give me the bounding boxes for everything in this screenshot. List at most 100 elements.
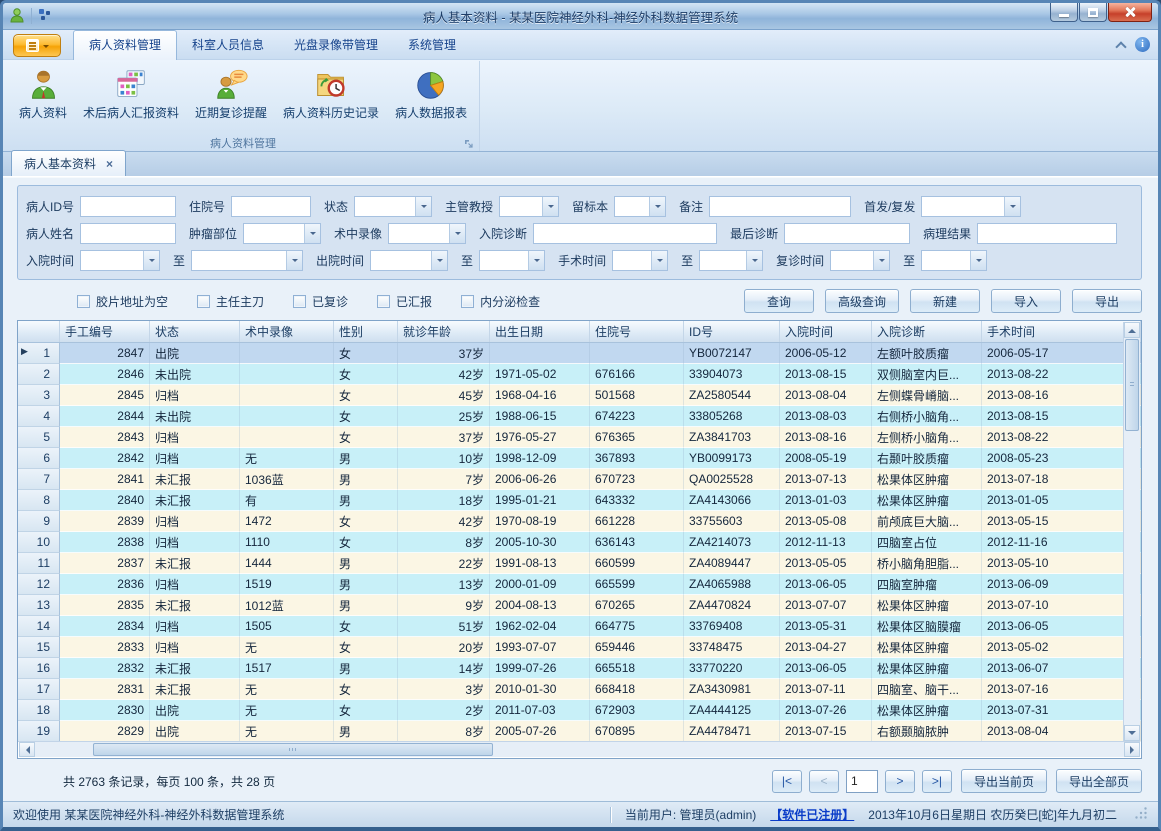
table-row[interactable]: 62842归档无男10岁1998-12-09367893YB0099173200…	[18, 448, 1141, 469]
chevron-down-icon[interactable]	[970, 251, 986, 270]
filter-combo[interactable]	[191, 250, 303, 271]
table-row[interactable]: 92839归档1472女42岁1970-08-19661228337556032…	[18, 511, 1141, 532]
column-header-入院诊断[interactable]: 入院诊断	[872, 321, 982, 342]
ribbon-tab-4[interactable]: 系统管理	[393, 31, 471, 59]
column-header-手术时间[interactable]: 手术时间	[982, 321, 1141, 342]
filter-checkbox-2[interactable]: 主任主刀	[197, 293, 264, 310]
scroll-left-icon[interactable]	[19, 742, 35, 757]
license-link[interactable]: 【软件已注册】	[770, 806, 854, 823]
vertical-scrollbar[interactable]	[1123, 322, 1140, 741]
chevron-down-icon[interactable]	[304, 224, 320, 243]
tab-patient-basic-info[interactable]: 病人基本资料 ×	[11, 150, 126, 176]
new-button[interactable]: 新建	[910, 289, 980, 313]
filter-combo[interactable]	[921, 196, 1021, 217]
ribbon-button-3[interactable]: 近期复诊提醒	[187, 65, 275, 123]
vertical-scroll-thumb[interactable]	[1125, 339, 1139, 431]
column-header-住院号[interactable]: 住院号	[590, 321, 684, 342]
resize-grip[interactable]	[1135, 807, 1148, 823]
first-page-button[interactable]: |<	[772, 770, 802, 793]
filter-combo[interactable]	[612, 250, 668, 271]
chevron-down-icon[interactable]	[415, 197, 431, 216]
filter-combo[interactable]	[699, 250, 763, 271]
filter-combo[interactable]	[243, 223, 321, 244]
export-button[interactable]: 导出	[1072, 289, 1142, 313]
filter-combo[interactable]	[499, 196, 559, 217]
filter-input[interactable]	[709, 196, 851, 217]
table-row[interactable]: 132835未汇报1012蓝男9岁2004-08-13670265ZA44708…	[18, 595, 1141, 616]
filter-combo[interactable]	[370, 250, 448, 271]
table-row[interactable]: 152833归档无女20岁1993-07-0765944633748475201…	[18, 637, 1141, 658]
column-header-selector[interactable]	[18, 321, 60, 342]
chevron-down-icon[interactable]	[143, 251, 159, 270]
ribbon-button-1[interactable]: 病人资料	[11, 65, 75, 123]
column-header-就诊年龄[interactable]: 就诊年龄	[398, 321, 490, 342]
ribbon-button-4[interactable]: 病人资料历史记录	[275, 65, 387, 123]
table-row[interactable]: 102838归档1110女8岁2005-10-30636143ZA4214073…	[18, 532, 1141, 553]
query-button[interactable]: 查询	[744, 289, 814, 313]
column-header-入院时间[interactable]: 入院时间	[780, 321, 872, 342]
filter-combo[interactable]	[354, 196, 432, 217]
application-menu-button[interactable]	[13, 34, 61, 57]
ribbon-button-5[interactable]: 病人数据报表	[387, 65, 475, 123]
ribbon-tab-1[interactable]: 病人资料管理	[73, 30, 177, 60]
scroll-right-icon[interactable]	[1124, 742, 1140, 757]
filter-combo[interactable]	[80, 250, 160, 271]
table-row[interactable]: 182830出院无女2岁2011-07-03672903ZA4444125201…	[18, 700, 1141, 721]
table-row[interactable]: 162832未汇报1517男14岁1999-07-266655183377022…	[18, 658, 1141, 679]
close-button[interactable]	[1108, 3, 1152, 22]
filter-input[interactable]	[977, 223, 1117, 244]
column-header-性别[interactable]: 性别	[334, 321, 398, 342]
table-row[interactable]: 22846未出院女42岁1971-05-02676166339040732013…	[18, 364, 1141, 385]
filter-input[interactable]	[80, 223, 176, 244]
advanced-query-button[interactable]: 高级查询	[825, 289, 899, 313]
filter-combo[interactable]	[614, 196, 666, 217]
table-row[interactable]: ▶12847出院女37岁YB00721472006-05-12左额叶胶质瘤200…	[18, 343, 1141, 364]
table-row[interactable]: 82840未汇报有男18岁1995-01-21643332ZA414306620…	[18, 490, 1141, 511]
chevron-down-icon[interactable]	[651, 251, 667, 270]
dialog-launcher-icon[interactable]	[463, 138, 474, 149]
column-header-出生日期[interactable]: 出生日期	[490, 321, 590, 342]
filter-input[interactable]	[784, 223, 910, 244]
chevron-down-icon[interactable]	[542, 197, 558, 216]
horizontal-scrollbar[interactable]	[19, 741, 1140, 757]
app-logo-icon[interactable]	[9, 7, 25, 26]
column-header-ID号[interactable]: ID号	[684, 321, 780, 342]
table-row[interactable]: 112837未汇报1444男22岁1991-08-13660599ZA40894…	[18, 553, 1141, 574]
filter-combo[interactable]	[388, 223, 466, 244]
table-row[interactable]: 142834归档1505女51岁1962-02-0466477533769408…	[18, 616, 1141, 637]
table-row[interactable]: 42844未出院女25岁1988-06-15674223338052682013…	[18, 406, 1141, 427]
filter-checkbox-3[interactable]: 已复诊	[293, 293, 348, 310]
quick-access-icon[interactable]	[38, 8, 52, 25]
chevron-down-icon[interactable]	[746, 251, 762, 270]
filter-checkbox-1[interactable]: 胶片地址为空	[77, 293, 168, 310]
table-row[interactable]: 32845归档女45岁1968-04-16501568ZA25805442013…	[18, 385, 1141, 406]
column-header-状态[interactable]: 状态	[150, 321, 240, 342]
next-page-button[interactable]: >	[885, 770, 915, 793]
last-page-button[interactable]: >|	[922, 770, 952, 793]
filter-input[interactable]	[80, 196, 176, 217]
chevron-down-icon[interactable]	[528, 251, 544, 270]
page-number-input[interactable]	[846, 770, 878, 793]
filter-input[interactable]	[231, 196, 311, 217]
collapse-ribbon-icon[interactable]	[1115, 41, 1126, 52]
horizontal-scroll-thumb[interactable]	[93, 743, 493, 756]
column-header-术中录像[interactable]: 术中录像	[240, 321, 334, 342]
filter-checkbox-4[interactable]: 已汇报	[377, 293, 432, 310]
column-header-手工编号[interactable]: 手工编号	[60, 321, 150, 342]
chevron-down-icon[interactable]	[431, 251, 447, 270]
filter-checkbox-5[interactable]: 内分泌检查	[461, 293, 540, 310]
prev-page-button[interactable]: <	[809, 770, 839, 793]
scroll-up-icon[interactable]	[1124, 322, 1140, 338]
filter-combo[interactable]	[479, 250, 545, 271]
maximize-button[interactable]	[1079, 3, 1107, 22]
chevron-down-icon[interactable]	[873, 251, 889, 270]
export-all-pages-button[interactable]: 导出全部页	[1056, 769, 1142, 793]
import-button[interactable]: 导入	[991, 289, 1061, 313]
chevron-down-icon[interactable]	[286, 251, 302, 270]
export-current-page-button[interactable]: 导出当前页	[961, 769, 1047, 793]
table-row[interactable]: 172831未汇报无女3岁2010-01-30668418ZA343098120…	[18, 679, 1141, 700]
ribbon-tab-3[interactable]: 光盘录像带管理	[279, 31, 393, 59]
table-row[interactable]: 52843归档女37岁1976-05-27676365ZA38417032013…	[18, 427, 1141, 448]
table-row[interactable]: 192829出院无男8岁2005-07-26670895ZA4478471201…	[18, 721, 1141, 742]
minimize-button[interactable]	[1050, 3, 1078, 22]
